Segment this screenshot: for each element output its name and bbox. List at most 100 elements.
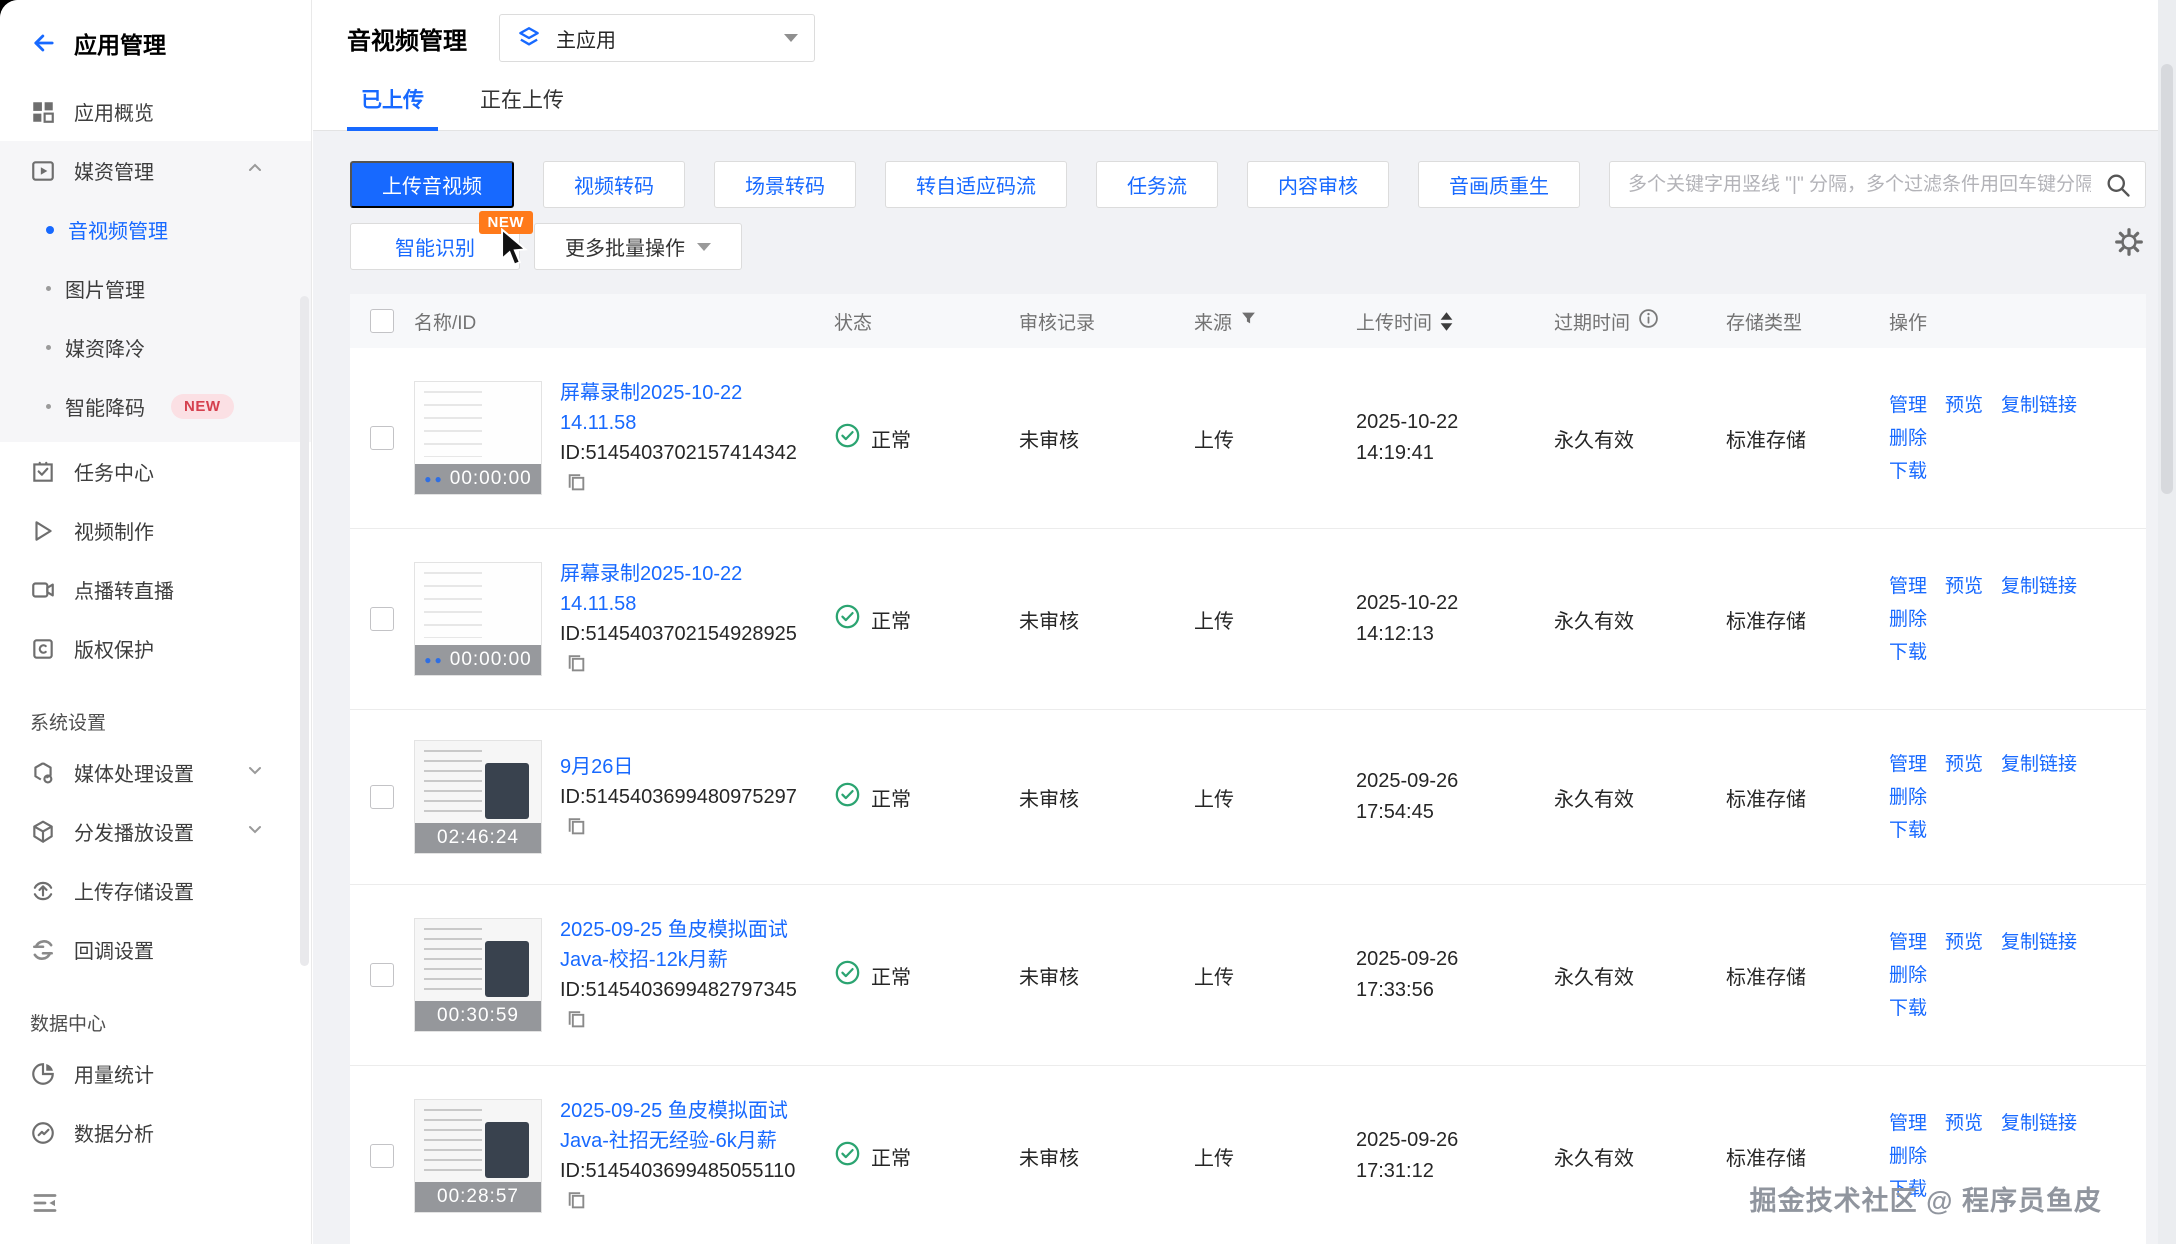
smart-recognition-button[interactable]: 智能识别 NEW xyxy=(350,223,520,270)
adaptive-stream-button[interactable]: 转自适应码流 xyxy=(885,161,1067,208)
info-icon[interactable] xyxy=(1638,308,1659,335)
delete-link[interactable]: 删除 xyxy=(1889,965,1927,986)
sidebar-item-media-processing[interactable]: 媒体处理设置 xyxy=(0,743,311,802)
main-content: 音视频管理 主应用 已上传 正在上传 上传音视频 视频转码 场景转码 转自适应码… xyxy=(313,0,2158,1244)
window-scrollbar-thumb[interactable] xyxy=(2161,64,2173,494)
copy-link-link[interactable]: 复制链接 xyxy=(2001,754,2077,775)
video-name-link[interactable]: 2025-09-25 鱼皮模拟面试 Java-社招无经验-6k月薪 xyxy=(560,1096,814,1156)
video-transcode-button[interactable]: 视频转码 xyxy=(543,161,685,208)
quality-remaster-button[interactable]: 音画质重生 xyxy=(1418,161,1580,208)
video-thumbnail[interactable]: 00:28:57 xyxy=(414,1099,542,1213)
copy-icon[interactable] xyxy=(566,471,587,501)
task-flow-button[interactable]: 任务流 xyxy=(1096,161,1218,208)
copy-link-link[interactable]: 复制链接 xyxy=(2001,576,2077,597)
tab-uploaded[interactable]: 已上传 xyxy=(359,74,426,130)
tab-uploading[interactable]: 正在上传 xyxy=(478,74,566,130)
video-name-link[interactable]: 2025-09-25 鱼皮模拟面试 Java-校招-12k月薪 xyxy=(560,915,814,975)
row-checkbox[interactable] xyxy=(370,785,394,809)
app-selector-dropdown[interactable]: 主应用 xyxy=(499,14,815,62)
sidebar-item-smart-bitrate[interactable]: 智能降码 NEW xyxy=(0,377,311,436)
delete-link[interactable]: 删除 xyxy=(1889,1146,1927,1167)
download-link[interactable]: 下载 xyxy=(1889,461,1927,482)
video-thumbnail[interactable]: 02:46:24 xyxy=(414,740,542,854)
search-input[interactable] xyxy=(1609,161,2146,208)
delete-link[interactable]: 删除 xyxy=(1889,428,1927,449)
sidebar-item-task-center[interactable]: 任务中心 xyxy=(0,442,311,501)
video-name-link[interactable]: 屏幕录制2025-10-22 14.11.58 xyxy=(560,559,814,619)
manage-link[interactable]: 管理 xyxy=(1889,754,1927,775)
preview-link[interactable]: 预览 xyxy=(1945,576,1983,597)
video-thumbnail[interactable]: 00:30:59 xyxy=(414,918,542,1032)
manage-link[interactable]: 管理 xyxy=(1889,932,1927,953)
sidebar-item-vod-to-live[interactable]: 点播转直播 xyxy=(0,560,311,619)
copy-link-link[interactable]: 复制链接 xyxy=(2001,395,2077,416)
chevron-down-icon[interactable] xyxy=(247,761,263,784)
copy-link-link[interactable]: 复制链接 xyxy=(2001,932,2077,953)
upload-av-button[interactable]: 上传音视频 xyxy=(350,161,514,208)
preview-link[interactable]: 预览 xyxy=(1945,1113,1983,1134)
copy-link-link[interactable]: 复制链接 xyxy=(2001,1113,2077,1134)
row-checkbox[interactable] xyxy=(370,1144,394,1168)
video-name-link[interactable]: 屏幕录制2025-10-22 14.11.58 xyxy=(560,378,814,438)
table-row: 00:30:59 2025-09-25 鱼皮模拟面试 Java-校招-12k月薪… xyxy=(350,885,2146,1066)
upload-time: 2025-10-22 14:19:41 xyxy=(1356,407,1554,469)
video-thumbnail[interactable]: 00:00:00 xyxy=(414,381,542,495)
sidebar-title: 应用管理 xyxy=(74,26,166,60)
download-link[interactable]: 下载 xyxy=(1889,820,1927,841)
chevron-down-icon[interactable] xyxy=(247,820,263,843)
sidebar-item-upload-storage[interactable]: 上传存储设置 xyxy=(0,861,311,920)
copy-icon[interactable] xyxy=(566,1189,587,1219)
select-all-checkbox[interactable] xyxy=(370,309,394,333)
back-arrow-icon[interactable] xyxy=(30,29,58,57)
delete-link[interactable]: 删除 xyxy=(1889,787,1927,808)
sidebar-item-label: 媒体处理设置 xyxy=(74,758,194,787)
sidebar-item-data-analysis[interactable]: 数据分析 xyxy=(0,1103,311,1162)
more-batch-actions-button[interactable]: 更多批量操作 xyxy=(534,223,742,270)
sidebar-item-image-management[interactable]: 图片管理 xyxy=(0,259,311,318)
preview-link[interactable]: 预览 xyxy=(1945,932,1983,953)
row-checkbox[interactable] xyxy=(370,963,394,987)
filter-funnel-icon[interactable] xyxy=(1240,310,1257,333)
sidebar-item-copyright[interactable]: 版权保护 xyxy=(0,619,311,678)
column-settings-gear-icon[interactable] xyxy=(2114,227,2144,262)
preview-link[interactable]: 预览 xyxy=(1945,754,1983,775)
sidebar-item-label: 音视频管理 xyxy=(68,215,168,244)
chevron-up-icon[interactable] xyxy=(247,159,263,182)
preview-link[interactable]: 预览 xyxy=(1945,395,1983,416)
video-id: ID:5145403699480975297 xyxy=(560,782,797,812)
download-link[interactable]: 下载 xyxy=(1889,642,1927,663)
search-icon[interactable] xyxy=(2104,171,2132,204)
copy-icon[interactable] xyxy=(566,1008,587,1038)
sidebar-item-app-overview[interactable]: 应用概览 xyxy=(0,82,311,141)
row-checkbox[interactable] xyxy=(370,426,394,450)
sort-icon[interactable] xyxy=(1440,312,1453,331)
scene-transcode-button[interactable]: 场景转码 xyxy=(714,161,856,208)
copy-icon[interactable] xyxy=(566,815,587,845)
window-scrollbar[interactable] xyxy=(2158,0,2176,1244)
dashboard-grid-icon xyxy=(30,99,56,125)
manage-link[interactable]: 管理 xyxy=(1889,395,1927,416)
sidebar-item-distribution-playback[interactable]: 分发播放设置 xyxy=(0,802,311,861)
sidebar-item-label: 智能降码 xyxy=(65,392,145,421)
sidebar-item-media-assets[interactable]: 媒资管理 xyxy=(0,141,311,200)
caret-down-icon xyxy=(697,243,711,251)
row-checkbox[interactable] xyxy=(370,607,394,631)
manage-link[interactable]: 管理 xyxy=(1889,576,1927,597)
sidebar-scrollbar-thumb[interactable] xyxy=(300,296,309,966)
video-name-link[interactable]: 9月26日 xyxy=(560,752,814,782)
collapse-menu-icon[interactable] xyxy=(30,1188,60,1218)
sidebar-item-usage-stats[interactable]: 用量统计 xyxy=(0,1044,311,1103)
manage-link[interactable]: 管理 xyxy=(1889,1113,1927,1134)
download-link[interactable]: 下载 xyxy=(1889,998,1927,1019)
sidebar-item-video-production[interactable]: 视频制作 xyxy=(0,501,311,560)
sidebar-item-media-cooling[interactable]: 媒资降冷 xyxy=(0,318,311,377)
copy-icon[interactable] xyxy=(566,652,587,682)
sidebar-item-callback-settings[interactable]: 回调设置 xyxy=(0,920,311,979)
source: 上传 xyxy=(1194,961,1356,990)
video-thumbnail[interactable]: 00:00:00 xyxy=(414,562,542,676)
delete-link[interactable]: 删除 xyxy=(1889,609,1927,630)
sidebar-item-av-management[interactable]: 音视频管理 xyxy=(0,200,311,259)
content-review-button[interactable]: 内容审核 xyxy=(1247,161,1389,208)
storage-type: 标准存储 xyxy=(1726,424,1889,453)
status-text: 正常 xyxy=(871,1142,911,1171)
